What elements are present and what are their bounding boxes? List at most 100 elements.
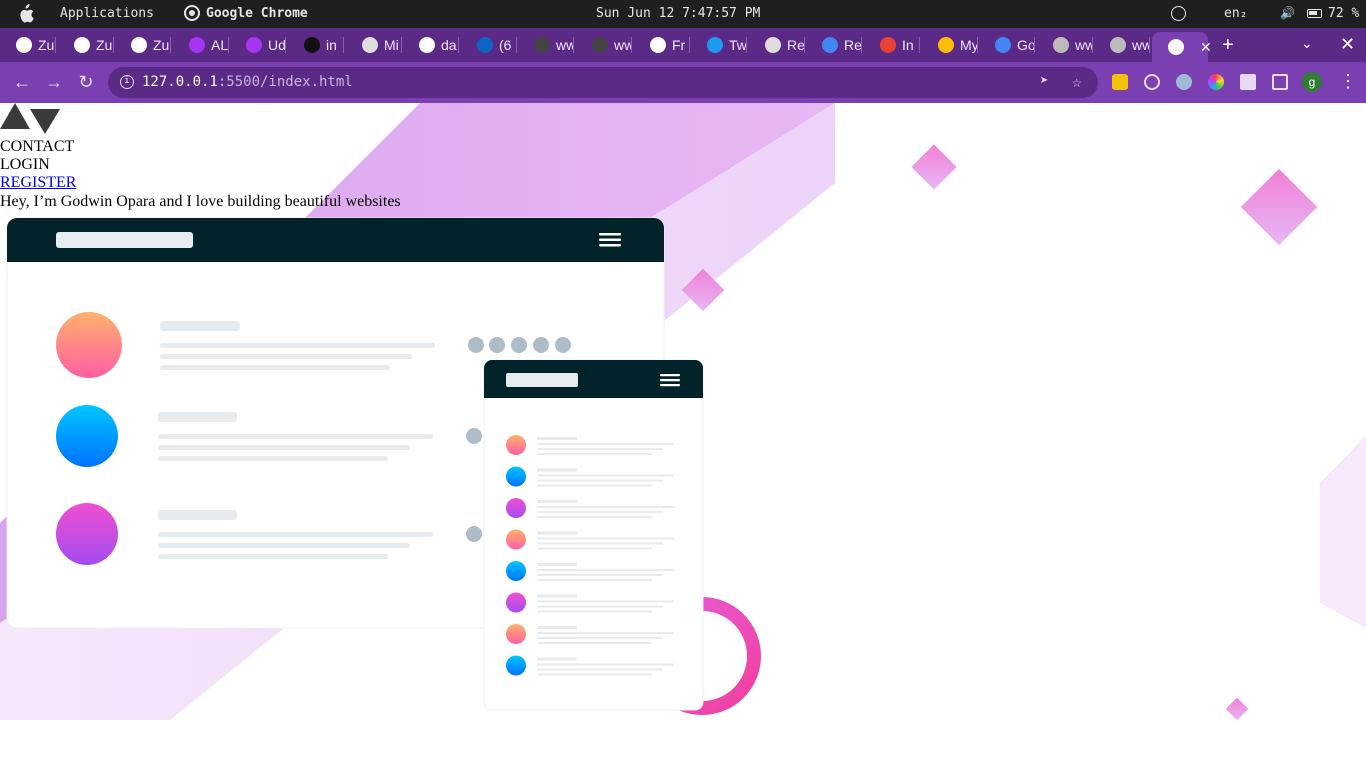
globe-icon [650,37,666,53]
active-app-name[interactable]: Google Chrome [206,6,308,21]
globe-icon [1110,37,1126,53]
browser-tab[interactable]: ww [1037,32,1093,58]
browser-tab[interactable]: Zu [115,32,171,58]
volume-icon[interactable]: 🔊 [1280,6,1295,20]
extensions-puzzle-icon[interactable] [1240,74,1256,90]
tab-title: Zu [153,37,170,53]
url-text[interactable]: 127.0.0.1:5500/index.html [142,74,353,90]
udemy-icon [189,37,205,53]
tab-separator [170,37,171,53]
chrome-menu-icon[interactable]: ⋮ [1339,71,1357,92]
browser-tab[interactable]: Tw [691,32,747,58]
new-tab-button[interactable]: + [1222,34,1234,57]
browser-tab[interactable]: in [288,32,344,58]
close-tab-icon[interactable]: ✕ [1200,39,1212,56]
forward-button[interactable]: → [43,71,65,93]
nav-register-link[interactable]: REGISTER [0,174,76,192]
browser-tab[interactable]: AL [173,32,229,58]
battery-icon[interactable] [1307,9,1322,18]
browser-tab[interactable]: Ud [230,32,286,58]
tab-title: Zu [38,37,55,53]
browser-tab[interactable]: Mi [346,32,402,58]
browser-tab[interactable]: Zu [0,32,56,58]
tab-title: ww [1075,37,1093,53]
nav-contact-link[interactable]: CONTACT [0,138,74,156]
tab-title: AL [211,37,229,53]
tab-separator [343,37,344,53]
tab-separator [55,37,56,53]
tab-title: Re [844,37,862,53]
page-viewport: CONTACT LOGIN REGISTER Hey, I’m Godwin O… [0,103,1366,720]
mobile-mockup-card [483,359,704,711]
browser-tab[interactable]: (6 [461,32,517,58]
linkedin-icon [534,37,550,53]
browser-tab[interactable]: In [864,32,920,58]
globe-icon [1053,37,1069,53]
browser-tab[interactable]: Go [979,32,1035,58]
site-logo[interactable] [0,103,62,135]
tab-separator [631,37,632,53]
twitter-icon [707,37,723,53]
applications-menu[interactable]: Applications [60,6,154,21]
clock[interactable]: Sun Jun 12 7:47:57 PM [596,6,760,21]
back-button[interactable]: ← [11,71,33,93]
send-to-device-icon[interactable]: ➤ [1040,73,1048,89]
diamond-shape [911,144,957,190]
nav-login-link[interactable]: LOGIN [0,156,50,174]
diamond-shape [1240,168,1318,246]
apple-menu-icon[interactable] [16,4,34,24]
docs-icon [822,37,838,53]
globe-icon [419,37,435,53]
browser-tab[interactable]: ww [576,32,632,58]
tab-separator [228,37,229,53]
browser-tab[interactable]: ww [518,32,574,58]
extension-notes-icon[interactable] [1112,74,1128,90]
docs-icon [995,37,1011,53]
window-close-button[interactable]: ✕ [1340,34,1355,55]
tab-separator [746,37,747,53]
chatgpt-icon [304,37,320,53]
tab-separator [804,37,805,53]
browser-tab[interactable]: Re [806,32,862,58]
tab-separator [1149,37,1150,53]
address-bar[interactable]: i 127.0.0.1:5500/index.html ➤ ☆ [108,67,1098,98]
tab-title: ww [1132,37,1150,53]
extension-circle-icon[interactable] [1176,74,1192,90]
moon-icon [362,37,378,53]
tab-separator [573,37,574,53]
browser-tab[interactable]: ww [1094,32,1150,58]
react-devtools-icon[interactable] [1144,74,1160,90]
site-info-icon[interactable]: i [120,75,134,89]
color-picker-icon[interactable] [1208,74,1224,90]
browser-tab[interactable]: Re [749,32,805,58]
tab-title: In [902,37,914,53]
browser-tab[interactable]: My [922,32,978,58]
tab-separator [1034,37,1035,53]
hero-text: Hey, I’m Godwin Opara and I love buildin… [0,193,401,210]
linkedin-icon [592,37,608,53]
tab-active[interactable]: ✕ [1152,32,1212,62]
profile-avatar[interactable]: g [1302,72,1322,92]
side-panel-icon[interactable] [1272,74,1288,90]
browser-tab[interactable]: Zu [58,32,114,58]
tab-separator [285,37,286,53]
tab-search-icon[interactable]: ⌄ [1301,35,1313,52]
globe-icon [16,37,32,53]
browser-tab[interactable]: da [403,32,459,58]
tab-title: ww [614,37,632,53]
hero-illustration [6,217,761,715]
tab-separator [458,37,459,53]
tab-separator [113,37,114,53]
tab-title: My [960,37,978,53]
accessibility-icon[interactable] [1171,6,1186,21]
tab-strip: ww ww Go My In Re Re Tw Fr ww ww (6 da Mi in Ud AL Zu Zu Zu… [0,28,1366,62]
globe-icon [1168,39,1184,55]
tab-title: in [326,37,337,53]
chrome-icon [184,5,200,21]
browser-tab[interactable]: Fr [634,32,690,58]
bookmark-star-icon[interactable]: ☆ [1072,72,1082,91]
linkedin-icon [477,37,493,53]
reload-button[interactable]: ↻ [75,71,97,93]
keyboard-layout[interactable]: en₂ [1224,6,1247,21]
tab-separator [689,37,690,53]
